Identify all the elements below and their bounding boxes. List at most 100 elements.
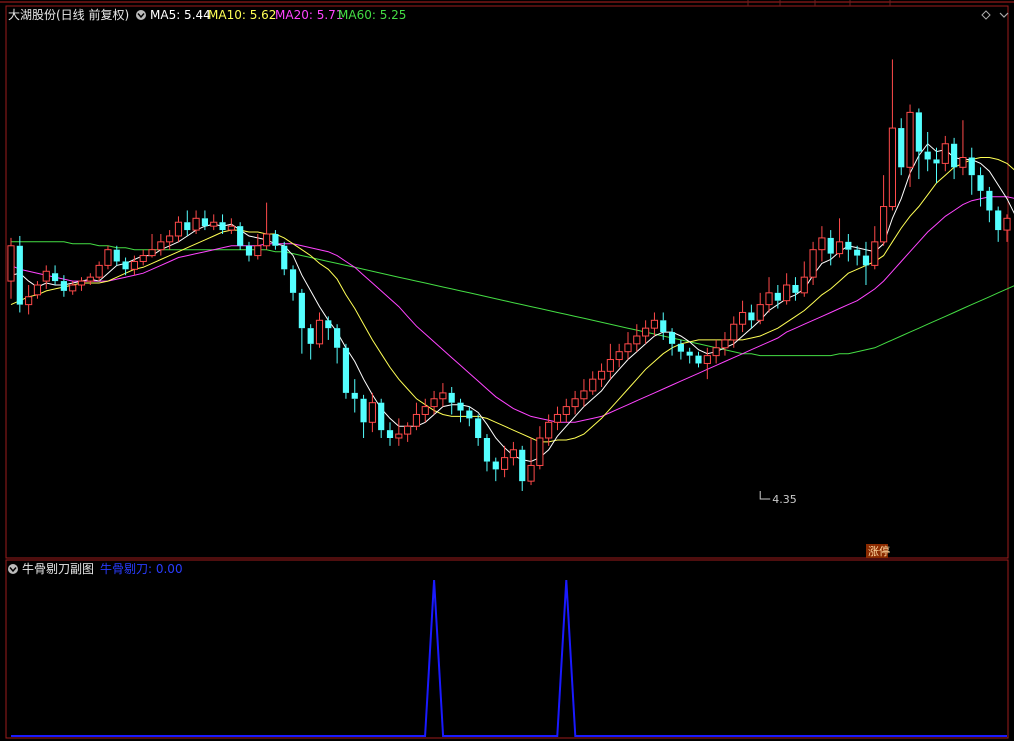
candle [597,363,606,387]
candle-body [351,392,358,399]
candle [475,414,482,446]
candle [139,249,147,266]
candle [756,292,764,325]
candle-body [360,398,367,423]
candle [386,422,394,446]
candle [95,261,103,282]
candle [501,445,509,478]
candle-body [412,413,421,427]
candle-body [395,433,403,439]
candle-body [104,249,112,266]
candle-body [130,260,138,270]
diamond-icon[interactable] [981,10,991,20]
candle-body [721,339,729,349]
candle [668,328,676,356]
ma60-label: MA60: 5.25 [338,8,406,22]
candle-body [774,292,781,301]
candle [360,394,367,438]
candle-body [334,328,341,348]
chart-header: 大湖股份(日线 前复权) MA5: 5.44 MA10: 5.62 MA20: … [8,7,1009,22]
candle-body [915,112,922,152]
candle [915,108,922,180]
indicator-series [11,579,1007,737]
candle [642,320,650,344]
candle-body [695,355,702,364]
candle-body [854,249,861,256]
candle [113,245,120,266]
candle-body [174,221,183,237]
candle-body [237,226,244,246]
candle-body [580,390,588,400]
candle-body [25,296,33,306]
collapse-circle-icon[interactable] [136,10,146,20]
candle [959,120,967,176]
candle-body [95,264,103,278]
annotation-leader [759,490,771,500]
candle [792,277,799,301]
candle [272,230,279,250]
candle-body [219,222,226,231]
candle-body [439,392,447,400]
candle-body [615,351,623,361]
candle-body [475,418,482,438]
collapse-circle-icon[interactable] [8,564,18,574]
candle-body [184,222,191,231]
candle [509,441,517,466]
candle-body [192,217,200,231]
candle [738,300,747,333]
moving-average-lines [10,143,1014,463]
candle-body [509,449,517,459]
candle-body [783,284,791,302]
candle-body [378,402,385,431]
candle [157,234,165,256]
candle [315,312,324,348]
candle-body [792,285,799,293]
candle [845,234,852,262]
candle-body [527,464,535,482]
candle-body [571,398,579,408]
candle [281,241,288,276]
candle [924,132,931,172]
candle-body [501,457,509,470]
candle-body [536,437,544,466]
candle-body [466,410,473,419]
price-annotation: 4.35 [772,493,797,506]
candle [492,457,499,482]
candle [104,245,112,270]
candle-body [633,335,641,345]
candle [977,167,984,207]
candle-body [430,398,438,408]
candle [818,226,826,262]
candle-body [835,241,844,255]
candle-body [263,233,271,247]
candle-body [738,311,747,325]
candle-body [562,406,570,415]
candle [933,147,940,183]
candle-body [941,143,949,164]
candle [421,398,429,423]
candle [439,383,447,407]
candle-body [906,111,914,168]
candle [783,273,791,305]
candle-body [765,292,773,306]
limit-up-badge-text: 涨停 [868,544,890,558]
candle-body [7,245,15,282]
candle [871,226,879,270]
candle [898,118,905,176]
candle-body [862,255,870,266]
candle [448,387,455,415]
chevron-down-icon[interactable] [999,12,1009,18]
candle-body [809,249,817,278]
candle-body [756,304,764,321]
candle [571,390,579,415]
chart-canvas: 大湖股份(日线 前复权) MA5: 5.44 MA10: 5.62 MA20: … [0,0,1014,739]
candle-body [880,206,888,243]
candle [307,324,314,360]
candle-body [113,249,120,262]
candle [995,206,1002,242]
candle [227,218,235,234]
candle-body [386,430,394,438]
candle [968,147,975,195]
candle [606,343,614,380]
candlestick-series [7,59,1011,491]
